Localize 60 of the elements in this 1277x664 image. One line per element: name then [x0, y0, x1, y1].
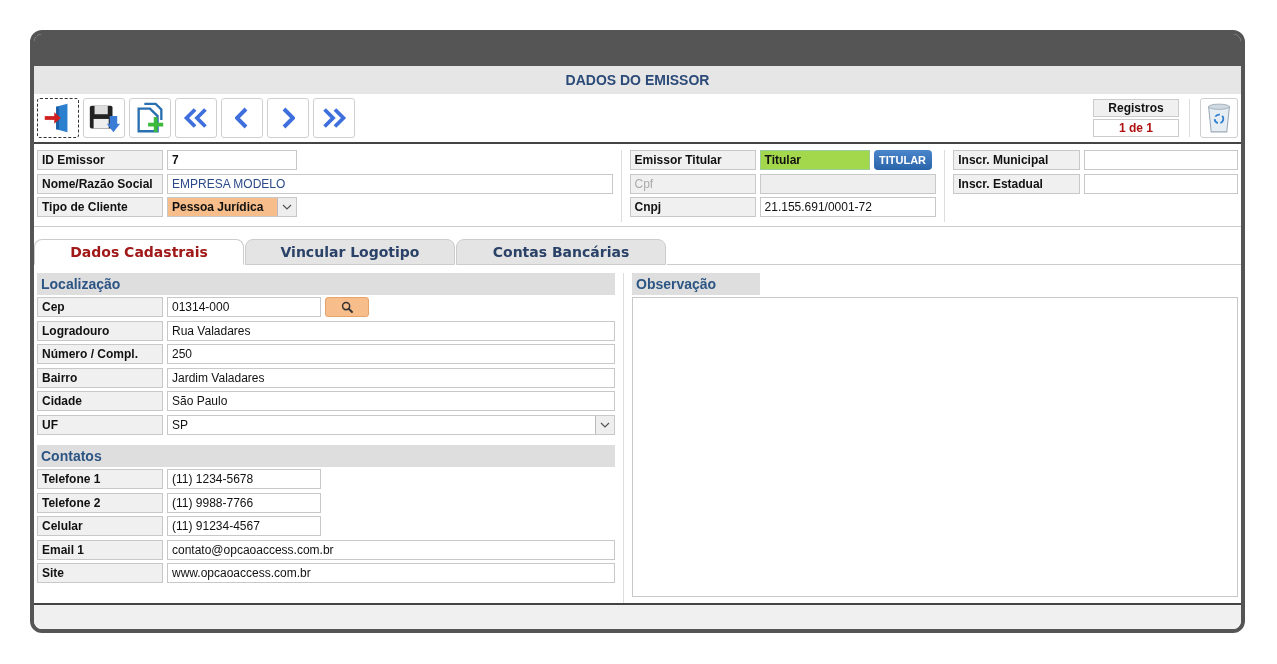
field-label: Celular — [37, 516, 163, 537]
recycle-bin-icon — [1206, 101, 1232, 135]
search-button[interactable] — [325, 297, 369, 317]
recycle-bin-button[interactable] — [1200, 98, 1238, 138]
field-label: Logradouro — [37, 320, 163, 341]
section-header: Observação — [632, 273, 760, 295]
field-label: Telefone 1 — [37, 468, 163, 489]
records-count: 1 de 1 — [1093, 119, 1179, 137]
state-select[interactable]: SP — [167, 414, 615, 435]
input-field[interactable]: (11) 91234-4567 — [167, 516, 321, 537]
field-label: Tipo de Cliente — [37, 197, 163, 218]
next-button[interactable] — [267, 98, 309, 138]
field-label: Cep — [37, 297, 163, 317]
field-label: Nome/Razão Social — [37, 173, 163, 194]
chevron-left-icon — [235, 107, 249, 129]
tab[interactable]: Vincular Logotipo — [245, 239, 455, 265]
field-label: Site — [37, 563, 163, 584]
search-icon — [340, 300, 354, 314]
first-button[interactable] — [175, 98, 217, 138]
input-field[interactable]: Rua Valadares — [167, 320, 615, 341]
field-label: Inscr. Estadual — [953, 173, 1081, 194]
input-field[interactable] — [1084, 173, 1238, 194]
input-field[interactable]: 21.155.691/0001-72 — [759, 197, 937, 218]
input-field[interactable]: São Paulo — [167, 391, 615, 412]
save-button[interactable] — [83, 98, 125, 138]
field-label: Bairro — [37, 367, 163, 388]
input-field[interactable]: 01314-000 — [167, 297, 321, 317]
field-label: Cnpj — [629, 197, 756, 218]
status-field: Titular — [759, 150, 870, 170]
section-header: Localização — [37, 273, 615, 295]
field-label: Cidade — [37, 391, 163, 412]
field-label: UF — [37, 414, 163, 435]
tab[interactable]: Dados Cadastrais — [34, 239, 244, 265]
section-header: Contatos — [37, 444, 615, 467]
input-field[interactable]: (11) 9988-7766 — [167, 492, 321, 513]
titular-button[interactable]: TITULAR — [873, 150, 932, 170]
field-label: Telefone 2 — [37, 492, 163, 513]
input-field[interactable]: (11) 1234-5678 — [167, 468, 321, 489]
client-type-select[interactable]: Pessoa Jurídica — [167, 197, 297, 218]
field-label: Email 1 — [37, 539, 163, 560]
input-field[interactable] — [1084, 150, 1238, 170]
previous-button[interactable] — [221, 98, 263, 138]
input-field[interactable]: contato@opcaoaccess.com.br — [167, 539, 615, 560]
window-title: DADOS DO EMISSOR — [34, 66, 1241, 94]
input-field[interactable]: 250 — [167, 344, 615, 365]
new-button[interactable] — [129, 98, 171, 138]
tab[interactable]: Contas Bancárias — [456, 239, 666, 265]
field-label: ID Emissor — [37, 150, 163, 170]
input-field[interactable]: EMPRESA MODELO — [167, 173, 613, 194]
field-label: Inscr. Municipal — [953, 150, 1081, 170]
records-label: Registros — [1093, 99, 1179, 117]
last-button[interactable] — [313, 98, 355, 138]
input-field[interactable]: www.opcaoaccess.com.br — [167, 563, 615, 584]
field-label: Emissor Titular — [629, 150, 756, 170]
chevron-right-icon — [281, 107, 295, 129]
input-field[interactable]: Jardim Valadares — [167, 367, 615, 388]
input-field[interactable]: 7 — [167, 150, 297, 170]
field-label: Cpf — [629, 173, 756, 194]
exit-button[interactable] — [37, 98, 79, 138]
field-label: Número / Compl. — [37, 344, 163, 365]
